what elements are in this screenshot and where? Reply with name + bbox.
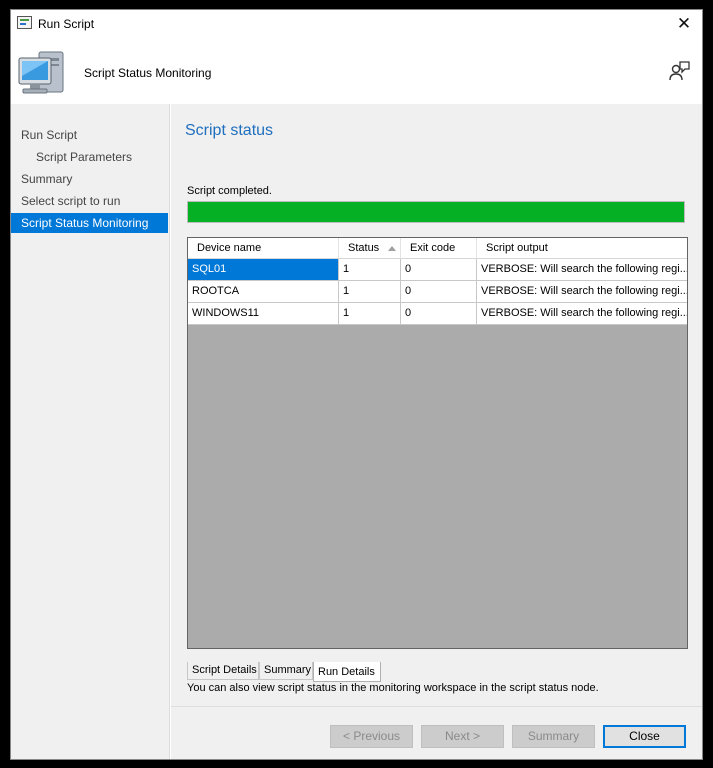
nav-item-script-parameters[interactable]: Script Parameters [11,147,168,167]
wizard-navigation: Run Script Script Parameters Summary Sel… [11,104,170,759]
monitoring-workspace-note: You can also view script status in the m… [187,682,599,694]
wizard-header: Script Status Monitoring [11,38,702,104]
run-script-app-icon [17,16,32,29]
table-cell-device-name[interactable]: ROOTCA [188,281,339,303]
feedback-icon[interactable] [668,60,690,82]
close-window-button[interactable]: ✕ [672,12,696,36]
title-bar: Run Script ✕ [11,10,702,38]
close-button[interactable]: Close [603,725,686,748]
nav-item-summary[interactable]: Summary [11,169,168,189]
table-cell-exit-code[interactable]: 0 [401,281,477,303]
column-header-exit-code[interactable]: Exit code [401,238,477,259]
tab-script-details[interactable]: Script Details [187,662,259,680]
summary-button[interactable]: Summary [512,725,595,748]
column-header-script-output[interactable]: Script output [477,238,687,259]
table-cell-exit-code[interactable]: 0 [401,259,477,281]
run-script-window: Run Script ✕ Script Status Monitoring Ru… [10,9,703,760]
table-cell-status[interactable]: 1 [339,303,401,325]
column-header-status-label: Status [348,242,380,254]
nav-item-run-script[interactable]: Run Script [11,125,168,145]
table-cell-status[interactable]: 1 [339,281,401,303]
wizard-footer: < Previous Next > Summary Close [171,706,702,759]
computer-icon [18,51,64,94]
next-button[interactable]: Next > [421,725,504,748]
content-pane: Script status Script completed. Device n… [171,104,702,706]
table-cell-exit-code[interactable]: 0 [401,303,477,325]
nav-item-select-script[interactable]: Select script to run [11,191,168,211]
table-cell-script-output[interactable]: VERBOSE: Will search the following regi.… [477,259,687,281]
table-cell-device-name[interactable]: SQL01 [188,259,339,281]
script-progress-bar [187,201,685,223]
table-cell-script-output[interactable]: VERBOSE: Will search the following regi.… [477,281,687,303]
sort-ascending-icon [388,246,396,251]
progress-bar-fill [188,202,684,222]
table-cell-status[interactable]: 1 [339,259,401,281]
script-results-grid[interactable]: Device name Status Exit code Script outp… [187,237,688,649]
tab-run-details[interactable]: Run Details [313,662,381,682]
header-title: Script Status Monitoring [84,66,212,80]
page-title: Script status [185,122,274,139]
table-cell-device-name[interactable]: WINDOWS11 [188,303,339,325]
column-header-device-name[interactable]: Device name [188,238,339,259]
previous-button[interactable]: < Previous [330,725,413,748]
tab-summary[interactable]: Summary [259,662,313,680]
script-status-text: Script completed. [187,185,272,197]
nav-item-script-status-monitoring[interactable]: Script Status Monitoring [11,213,168,233]
table-cell-script-output[interactable]: VERBOSE: Will search the following regi.… [477,303,687,325]
window-title: Run Script [38,17,95,31]
column-header-status[interactable]: Status [339,238,401,259]
